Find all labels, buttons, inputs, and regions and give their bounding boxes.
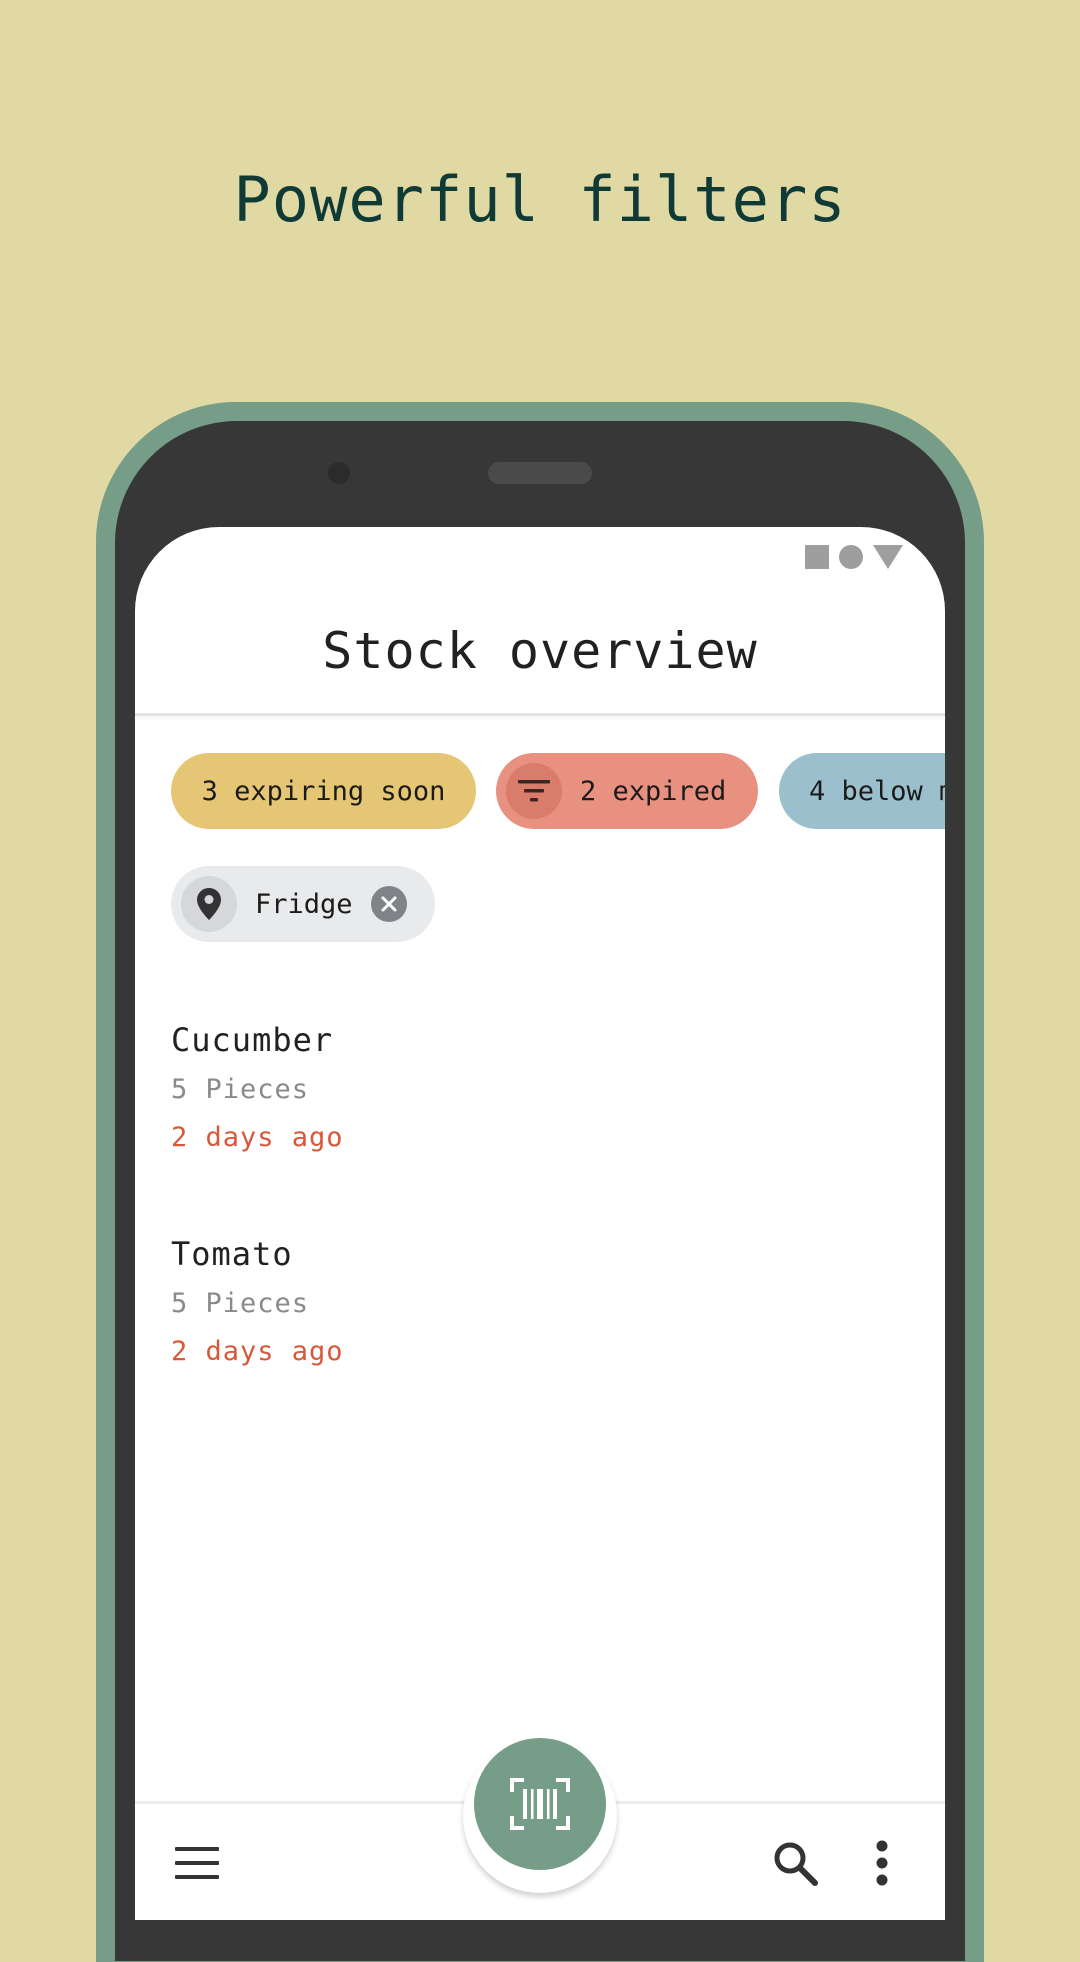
chip-label: 2 expired [580, 775, 727, 807]
item-amount: 5 Pieces [171, 1288, 310, 1319]
location-chip-label: Fridge [255, 888, 353, 920]
location-filter-chip[interactable]: Fridge [171, 866, 435, 942]
item-date: 2 days ago [171, 1336, 344, 1367]
scan-fab[interactable] [474, 1738, 606, 1870]
more-options-button[interactable] [875, 1839, 889, 1887]
filter-icon [506, 763, 562, 819]
page-title: Stock overview [322, 622, 758, 680]
title-divider [135, 713, 945, 716]
phone-camera [328, 462, 350, 484]
status-bar [805, 545, 903, 569]
phone-speaker [488, 462, 592, 484]
item-amount: 5 Pieces [171, 1074, 310, 1105]
list-item[interactable]: Cucumber 5 Pieces 2 days ago [171, 1020, 344, 1156]
chip-expired[interactable]: 2 expired [496, 753, 758, 829]
barcode-scan-icon [510, 1778, 570, 1830]
location-pin-icon [181, 876, 237, 932]
more-vert-icon [876, 1840, 888, 1886]
square-icon [805, 545, 829, 569]
chip-below-min[interactable]: 4 below m [779, 753, 945, 829]
phone-screen: Stock overview 3 expiring soon 2 expired… [135, 527, 945, 1920]
triangle-icon [873, 545, 903, 569]
menu-button[interactable] [173, 1843, 221, 1883]
item-date: 2 days ago [171, 1122, 344, 1153]
item-name: Cucumber [171, 1021, 334, 1059]
list-item[interactable]: Tomato 5 Pieces 2 days ago [171, 1234, 344, 1370]
search-button[interactable] [771, 1839, 819, 1887]
menu-icon [175, 1847, 219, 1879]
chip-label: 4 below m [809, 775, 945, 807]
chip-expiring-soon[interactable]: 3 expiring soon [171, 753, 476, 829]
promo-headline: Powerful filters [233, 163, 847, 236]
chip-label: 3 expiring soon [201, 775, 446, 807]
search-icon [774, 1842, 818, 1886]
circle-icon [839, 545, 863, 569]
item-name: Tomato [171, 1235, 293, 1273]
close-icon[interactable] [370, 886, 407, 922]
